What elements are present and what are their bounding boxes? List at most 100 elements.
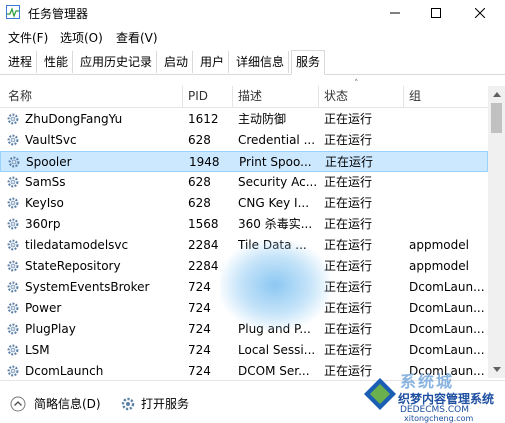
service-name: StateRepository	[25, 259, 121, 273]
service-name: tiledatamodelsvc	[25, 238, 129, 252]
service-group: DcomLaun...	[409, 301, 485, 315]
minimize-button[interactable]	[375, 0, 415, 26]
service-group	[409, 214, 487, 235]
menu-view[interactable]: 查看(V)	[116, 29, 158, 46]
column-pid[interactable]: PID	[182, 86, 232, 107]
service-row[interactable]: VaultSvc 628 Credential ... 正在运行	[0, 130, 488, 151]
watermark-brand: 系统城	[400, 372, 455, 391]
menu-bar: 文件(F) 选项(O) 查看(V)	[0, 27, 505, 47]
tab-performance[interactable]: 性能	[40, 51, 74, 73]
summary-label: 简略信息(D)	[34, 397, 101, 411]
service-group	[409, 109, 487, 130]
watermark-logo: 系统城 织梦内容管理系统 DEDECMS.COM xitongcheng.com	[360, 368, 505, 423]
services-gear-icon	[121, 397, 135, 410]
service-description: Local Sessi...	[238, 343, 316, 357]
service-description: Print Spoo...	[239, 155, 312, 169]
service-pid: 1612	[188, 112, 219, 126]
column-status[interactable]: 状态	[318, 86, 403, 107]
service-status: 正在运行	[324, 238, 373, 252]
column-name[interactable]: 名称	[2, 86, 182, 107]
collapse-up-icon	[10, 396, 26, 411]
service-row[interactable]: 360rp 1568 360 杀毒实... 正在运行	[0, 214, 488, 235]
service-name: VaultSvc	[25, 133, 77, 147]
service-gear-icon	[7, 176, 19, 188]
service-gear-icon	[7, 239, 19, 251]
service-gear-icon	[7, 134, 19, 146]
service-gear-icon	[7, 302, 19, 314]
service-status: 正在运行	[324, 280, 373, 294]
open-services-label: 打开服务	[141, 397, 190, 411]
tab-processes[interactable]: 进程	[4, 51, 38, 73]
service-status: 正在运行	[324, 175, 373, 189]
service-row[interactable]: LSM 724 Local Sessi... 正在运行 DcomLaun...	[0, 340, 488, 361]
close-button[interactable]	[460, 0, 500, 26]
service-name: KeyIso	[25, 196, 64, 210]
service-pid: 628	[188, 133, 211, 147]
column-description[interactable]: 描述	[232, 86, 318, 107]
service-status: 正在运行	[324, 343, 373, 357]
service-group	[409, 130, 487, 151]
scroll-up-button[interactable]	[488, 86, 505, 103]
service-gear-icon	[7, 344, 19, 356]
service-gear-icon	[7, 197, 19, 209]
tab-details[interactable]: 详细信息	[232, 51, 290, 73]
column-header: 名称 PID 描述 状态 组	[0, 86, 488, 108]
service-name: SamSs	[25, 175, 66, 189]
maximize-icon	[431, 8, 441, 18]
service-name: Spooler	[26, 155, 72, 169]
service-name: 360rp	[25, 217, 61, 231]
service-description: 主动防御	[238, 112, 287, 126]
service-name: ZhuDongFangYu	[25, 112, 123, 126]
tab-bar: 进程 性能 应用历史记录 启动 用户 详细信息 服务	[0, 50, 505, 75]
service-group: appmodel	[409, 259, 469, 273]
close-icon	[475, 8, 485, 18]
window-title: 任务管理器	[28, 7, 89, 21]
service-group	[410, 152, 488, 173]
vertical-scrollbar[interactable]	[488, 86, 505, 378]
service-group	[409, 193, 487, 214]
service-gear-icon	[7, 218, 19, 230]
tab-app-history[interactable]: 应用历史记录	[76, 51, 158, 73]
service-description: Credential ...	[238, 133, 316, 147]
minimize-icon	[390, 12, 400, 14]
menu-file[interactable]: 文件(F)	[8, 29, 48, 46]
tab-startup[interactable]: 启动	[160, 51, 194, 73]
maximize-button[interactable]	[416, 0, 456, 26]
service-gear-icon	[7, 365, 19, 377]
task-manager-icon	[6, 5, 20, 19]
service-status: 正在运行	[324, 196, 373, 210]
service-status: 正在运行	[324, 322, 373, 336]
service-pid: 724	[188, 343, 211, 357]
service-status: 正在运行	[324, 112, 373, 126]
service-gear-icon	[7, 260, 19, 272]
service-name: Power	[25, 301, 62, 315]
service-description: Security Ac...	[238, 175, 316, 189]
service-group: DcomLaun...	[409, 280, 485, 294]
service-description: DCOM Ser...	[238, 364, 310, 378]
service-name: SystemEventsBroker	[25, 280, 150, 294]
service-row[interactable]: ZhuDongFangYu 1612 主动防御 正在运行	[0, 109, 488, 130]
blur-overlay	[220, 240, 330, 330]
service-row[interactable]: KeyIso 628 CNG Key I... 正在运行	[0, 193, 488, 214]
menu-options[interactable]: 选项(O)	[60, 29, 103, 46]
service-row[interactable]: Spooler 1948 Print Spoo... 正在运行	[0, 151, 488, 172]
service-gear-icon	[7, 281, 19, 293]
service-group: DcomLaun...	[409, 322, 485, 336]
open-services-link[interactable]: 打开服务	[120, 395, 189, 412]
service-status: 正在运行	[325, 155, 374, 169]
scroll-thumb[interactable]	[491, 103, 502, 133]
tab-services[interactable]: 服务	[291, 50, 326, 75]
service-status: 正在运行	[324, 301, 373, 315]
service-pid: 724	[188, 364, 211, 378]
service-pid: 628	[188, 196, 211, 210]
watermark-diamond-icon	[364, 378, 396, 410]
service-row[interactable]: SamSs 628 Security Ac... 正在运行	[0, 172, 488, 193]
tab-users[interactable]: 用户	[196, 51, 230, 73]
service-description: CNG Key I...	[238, 196, 310, 210]
column-group[interactable]: 组	[403, 86, 488, 107]
service-status: 正在运行	[324, 133, 373, 147]
service-name: PlugPlay	[25, 322, 76, 336]
service-pid: 1948	[189, 155, 220, 169]
service-pid: 628	[188, 175, 211, 189]
summary-button[interactable]: 简略信息(D)	[10, 395, 101, 412]
